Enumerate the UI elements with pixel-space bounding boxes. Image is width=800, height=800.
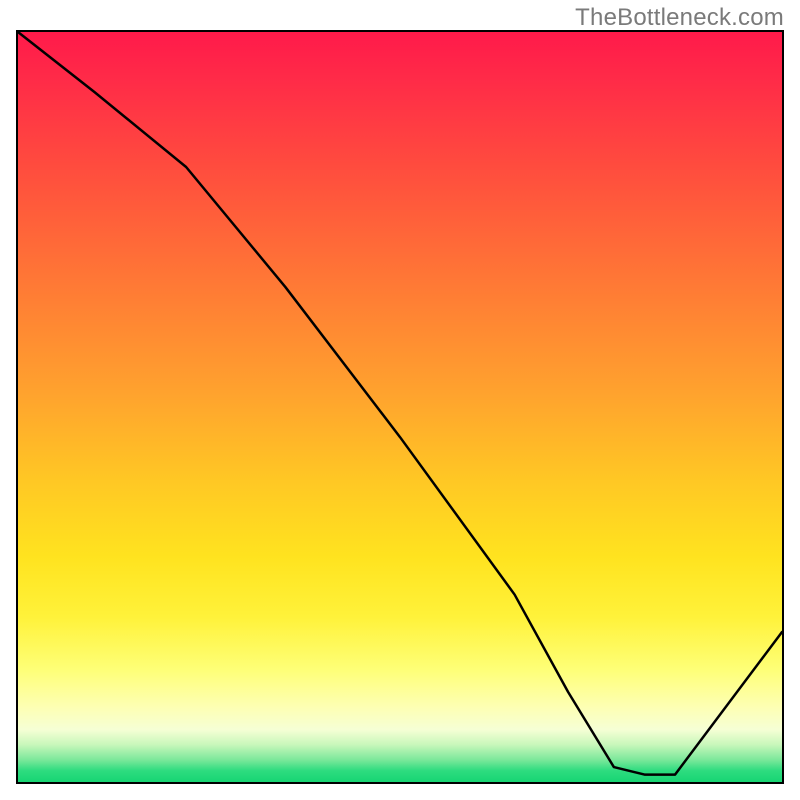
chart-canvas: TheBottleneck.com [0, 0, 800, 800]
curve-layer [18, 32, 782, 782]
plot-area [16, 30, 784, 784]
bottleneck-curve [18, 32, 782, 775]
watermark-text: TheBottleneck.com [575, 4, 784, 32]
